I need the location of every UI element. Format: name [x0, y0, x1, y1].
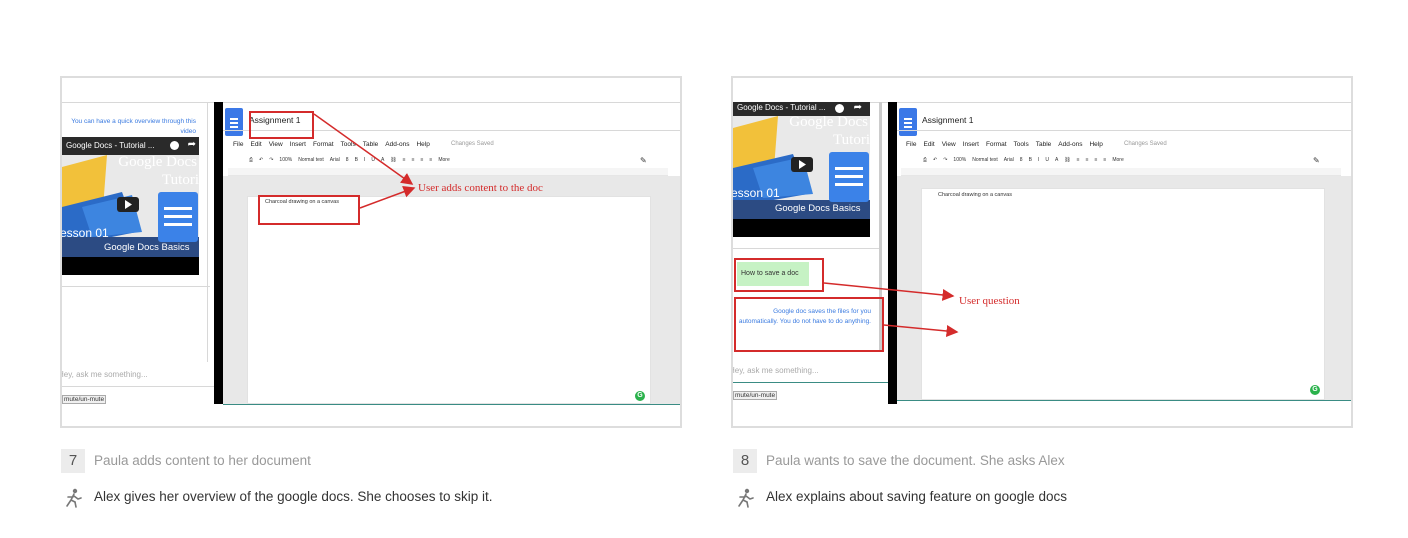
step-title: Paula wants to save the document. She as…: [766, 453, 1065, 468]
step-number: 8: [733, 449, 757, 473]
step-detail: Alex explains about saving feature on go…: [766, 489, 1067, 504]
step-title: Paula adds content to her document: [94, 453, 311, 468]
screenshot-panel-step-8: Google Docs - Tutorial ... ➦ Google Docs…: [731, 76, 1353, 428]
step-number: 7: [61, 449, 85, 473]
screenshot-panel-step-7: You can have a quick overview through th…: [60, 76, 682, 428]
annotation-arrows: [313, 113, 416, 209]
annotation-arrows: [823, 282, 959, 337]
walking-person-icon: [738, 488, 754, 508]
step-detail: Alex gives her overview of the google do…: [94, 489, 493, 504]
walking-person-icon: [66, 488, 82, 508]
